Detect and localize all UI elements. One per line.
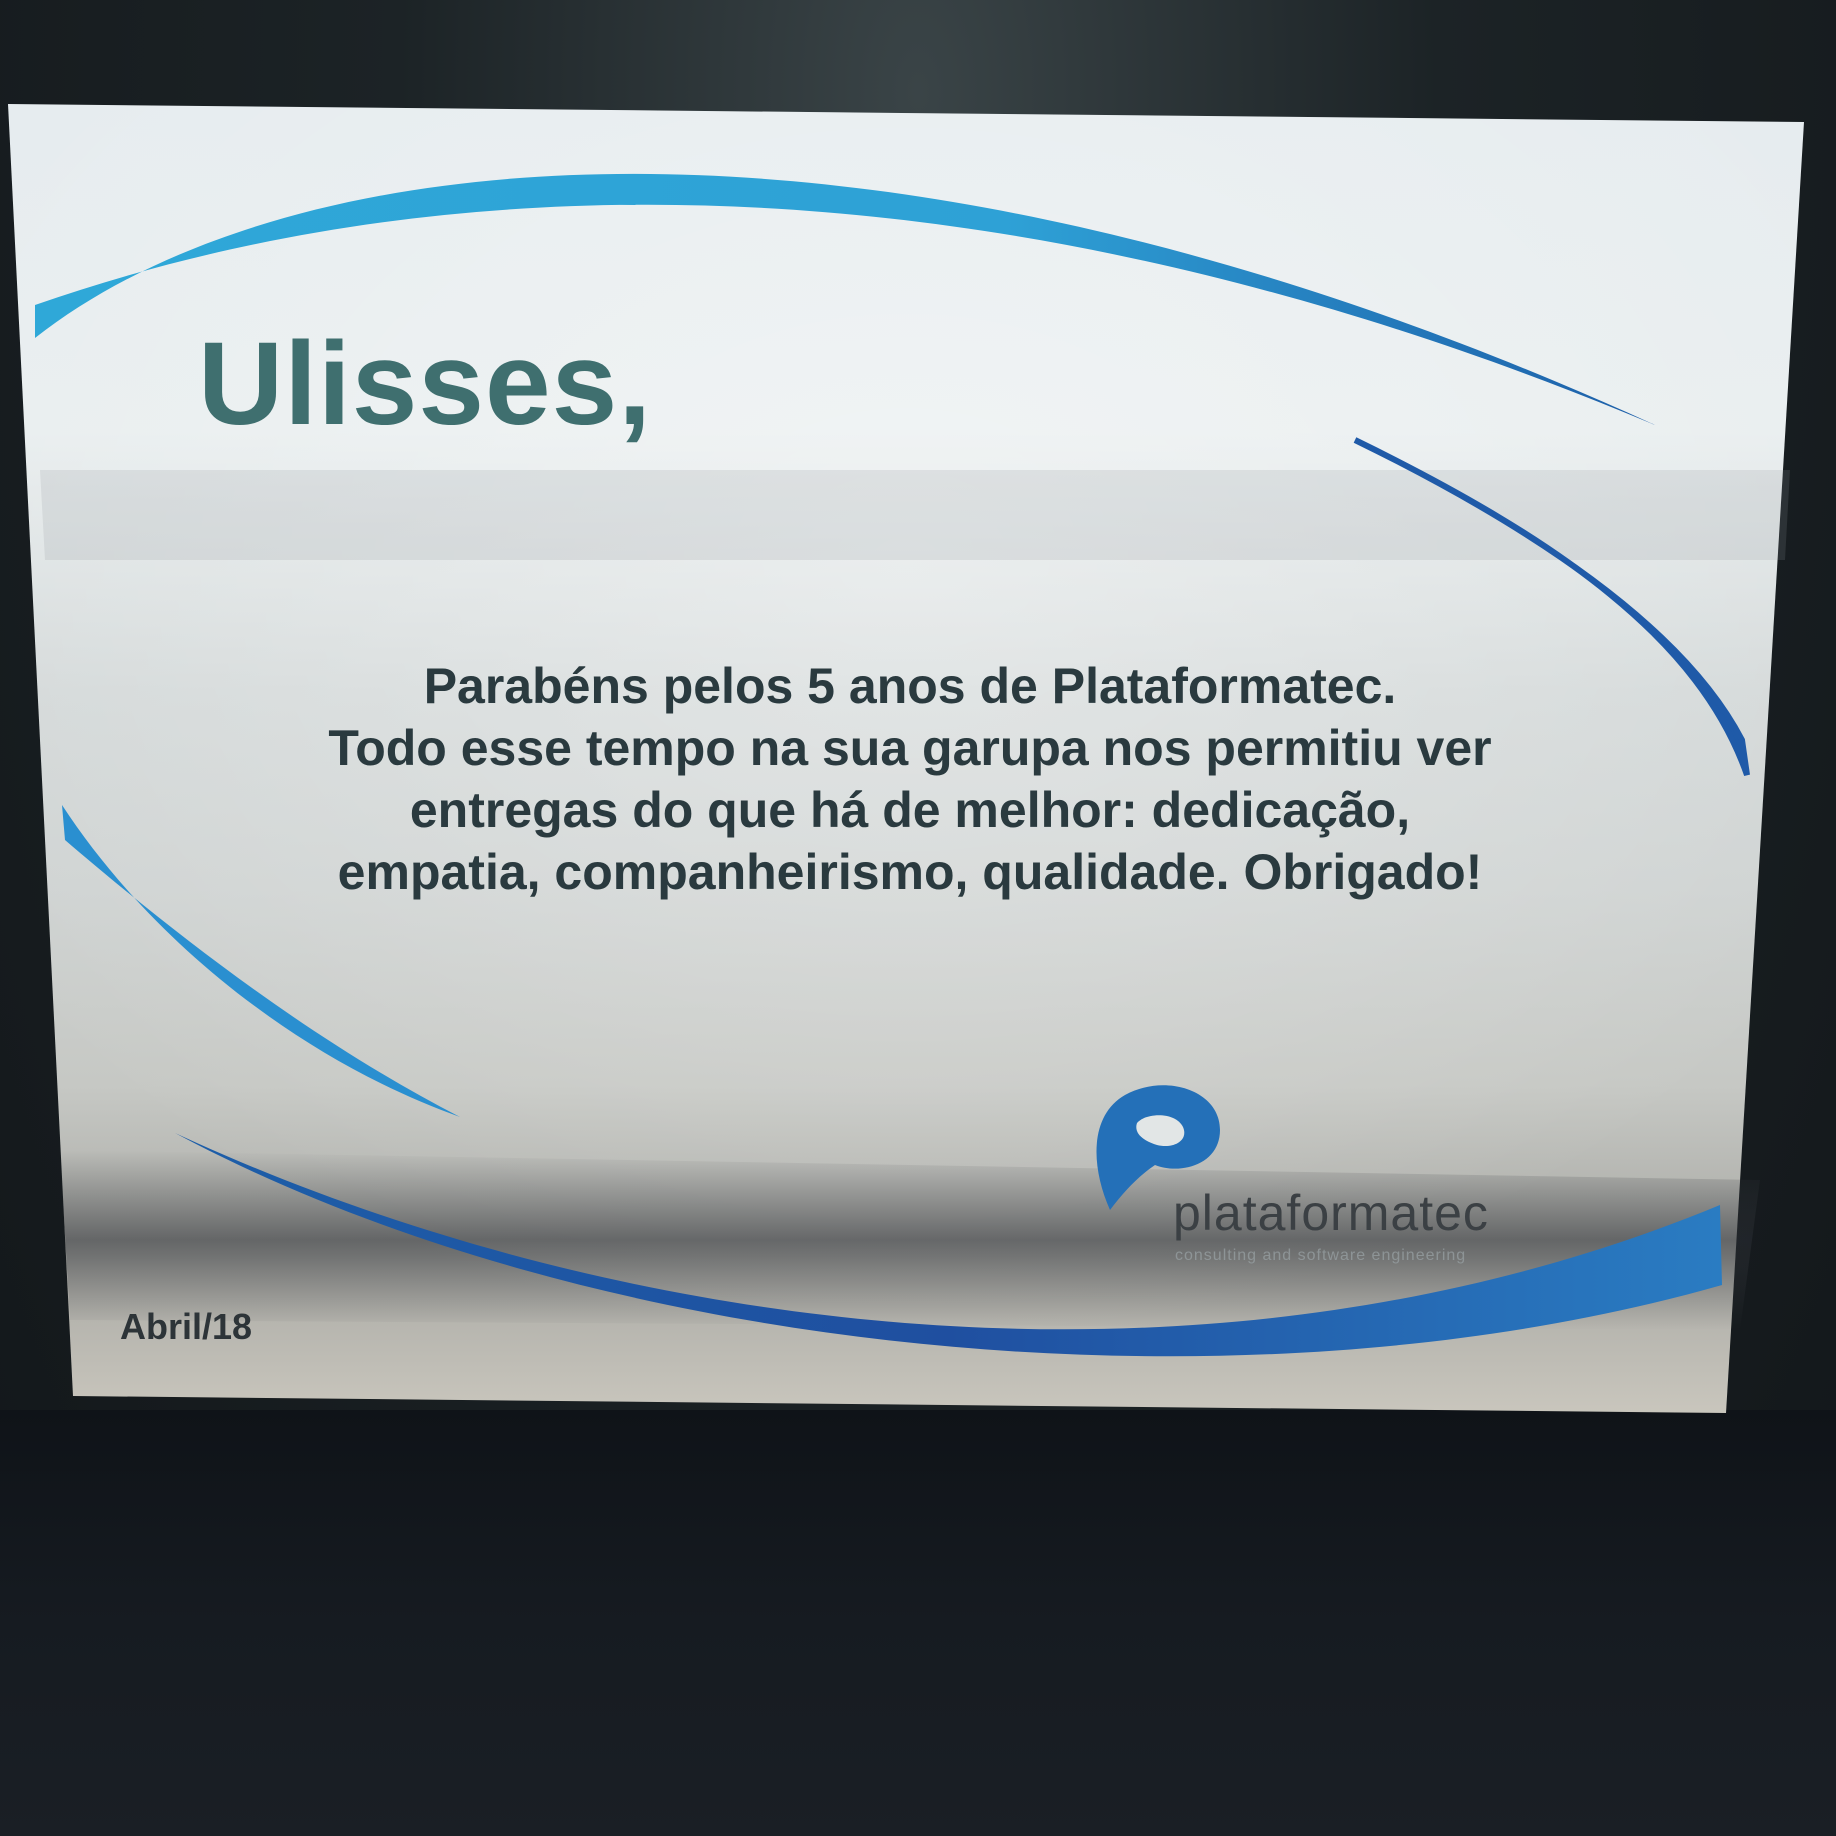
recipient-name: Ulisses,	[198, 318, 653, 450]
plaque-background	[8, 104, 1804, 1413]
photo-scene: Ulisses, Parabéns pelos 5 anos de Plataf…	[0, 0, 1836, 1836]
plaque-date: Abril/18	[120, 1306, 253, 1347]
plataformatec-logo: plataformatec consulting and software en…	[1085, 1075, 1565, 1275]
logo-wordmark: plataformatec	[1173, 1185, 1489, 1241]
message-line: Todo esse tempo na sua garupa nos permit…	[328, 720, 1492, 776]
message-text: Parabéns pelos 5 anos de Plataformatec. …	[180, 655, 1640, 903]
plaque: Ulisses, Parabéns pelos 5 anos de Plataf…	[0, 0, 1836, 1836]
message-line: empatia, companheirismo, qualidade. Obri…	[337, 844, 1483, 900]
message-line: entregas do que há de melhor: dedicação,	[409, 782, 1411, 838]
message-line: Parabéns pelos 5 anos de Plataformatec.	[423, 658, 1397, 714]
logo-tagline: consulting and software engineering	[1175, 1247, 1467, 1264]
